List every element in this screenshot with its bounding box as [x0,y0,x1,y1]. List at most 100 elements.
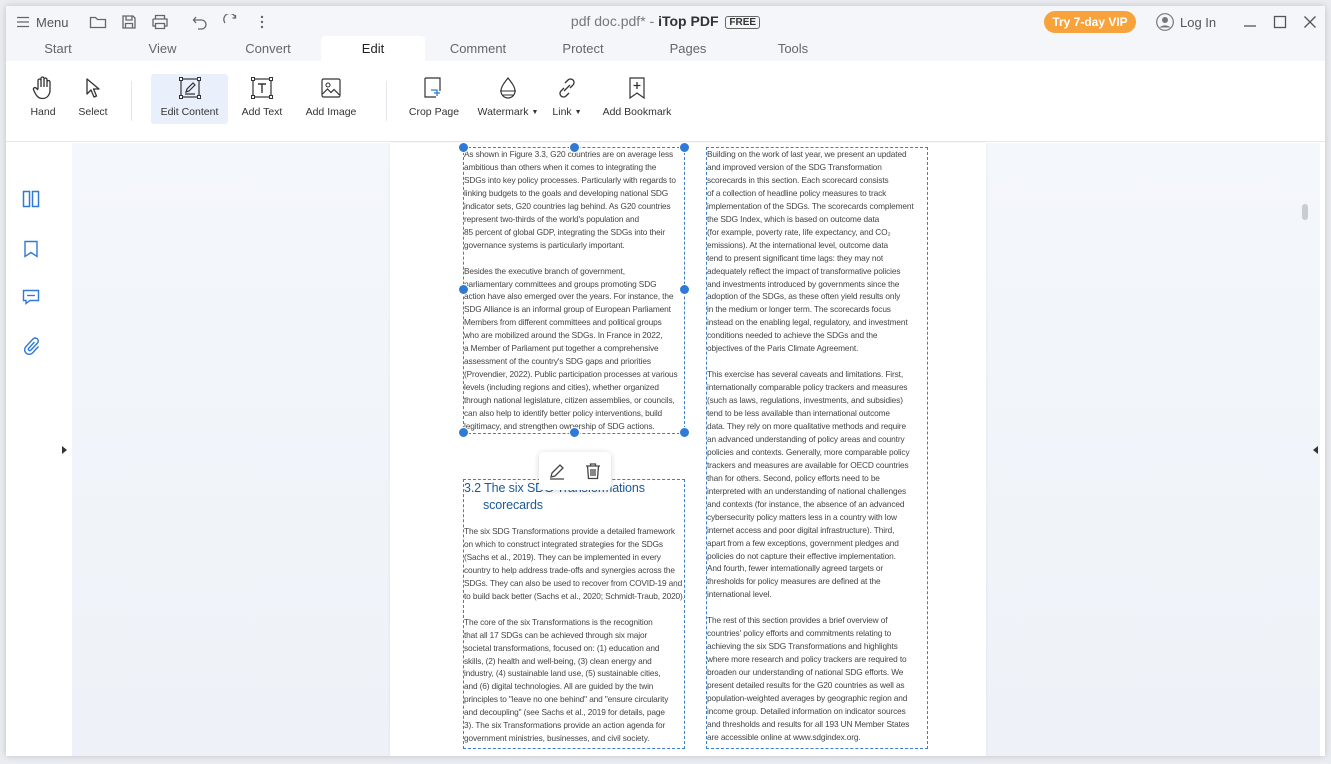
text-line: principles to "leave no one behind" and … [464,694,669,705]
text-block-action-bar [539,452,611,490]
expand-left-panel-button[interactable] [61,442,68,460]
edit-block-button[interactable] [548,462,566,480]
comment-icon [22,289,40,305]
thumbnails-panel-button[interactable] [20,188,42,210]
text-line: of a collection of headline policy measu… [707,187,887,198]
watermark-button[interactable]: Watermark ▼ [475,74,541,124]
link-button[interactable]: Link ▼ [549,74,585,124]
resize-handle-top-middle[interactable] [569,142,580,153]
login-button[interactable]: Log In [1156,11,1216,33]
title-bar: Menu pdf doc.pdf* - iTop PDF FREE Try 7-… [6,6,1325,36]
maximize-button[interactable] [1270,12,1290,32]
text-line: are accessible online at www.sdgindex.or… [707,731,861,742]
text-line: SDGs. They can also be used to recover f… [464,577,683,588]
edit-content-button[interactable]: Edit Content [151,74,228,124]
crop-page-button[interactable]: Crop Page [408,74,460,124]
watermark-dropdown-icon: ▼ [531,109,539,116]
tab-convert[interactable]: Convert [215,36,321,61]
resize-handle-top-left[interactable] [458,142,469,153]
text-line: ambitious than others when it comes to i… [464,161,657,172]
vertical-scrollbar-thumb[interactable] [1302,204,1308,220]
link-icon [559,78,575,98]
app-window: Menu pdf doc.pdf* - iTop PDF FREE Try 7-… [6,6,1325,756]
attachments-panel-button[interactable] [20,335,42,357]
tab-edit[interactable]: Edit [321,36,425,61]
maximize-icon [1273,15,1287,29]
save-button[interactable] [119,12,139,32]
text-line: present detailed results for the G20 cou… [707,680,905,691]
ribbon-separator [386,81,387,121]
tab-pages[interactable]: Pages [635,36,741,61]
text-line: Building on the work of last year, we pr… [707,149,907,159]
edit-content-icon [178,77,201,99]
text-line: action have also emerged over the years.… [464,291,674,302]
resize-handle-bottom-right[interactable] [679,427,690,438]
text-line: (Sachs et al., 2019). They can be implem… [464,551,661,562]
text-line: and thresholds and results for all 193 U… [707,718,910,729]
text-block-right-column[interactable]: Building on the work of last year, we pr… [706,147,928,749]
hand-tool-button[interactable]: Hand [24,74,62,124]
tab-comment[interactable]: Comment [425,36,531,61]
text-line: than for others. Second, policy efforts … [707,472,880,483]
resize-handle-middle-right[interactable] [679,284,690,295]
resize-handle-bottom-left[interactable] [458,427,469,438]
add-image-icon [321,78,341,98]
document-canvas[interactable]: As shown in Figure 3.3, G20 countries ar… [72,142,1320,756]
undo-icon [192,16,207,30]
text-line: Besides the executive branch of governme… [464,265,625,276]
redo-button[interactable] [221,12,241,32]
text-line: achieving the six SDG Transformations an… [707,641,898,652]
resize-handle-top-right[interactable] [679,142,690,153]
resize-handle-middle-left[interactable] [458,284,469,295]
select-label: Select [78,106,108,118]
text-line: governance systems is particularly impor… [464,239,625,250]
text-block-section-3-2[interactable]: 3.2 The six SDG Transformations scorecar… [463,479,685,749]
expand-right-panel-button[interactable] [1312,442,1319,460]
bookmarks-panel-button[interactable] [20,238,42,260]
text-line: that all 17 SDGs can be achieved through… [464,629,648,640]
print-button[interactable] [150,12,170,32]
try-vip-button[interactable]: Try 7-day VIP [1044,11,1136,33]
text-line: the SDG Index, which is based on outcome… [707,213,880,224]
text-line: linking budgets to the goals and develop… [464,187,669,198]
select-tool-button[interactable]: Select [74,74,112,124]
delete-block-button[interactable] [584,462,602,480]
text-line: on which to construct integrated strateg… [464,538,663,549]
tab-view[interactable]: View [110,36,215,61]
selected-text-block[interactable]: As shown in Figure 3.3, G20 countries ar… [463,147,685,434]
text-line: an advanced understanding of policy area… [707,433,905,444]
comments-panel-button[interactable] [20,286,42,308]
undo-button[interactable] [190,12,210,32]
tab-protect[interactable]: Protect [531,36,635,61]
add-bookmark-button[interactable]: Add Bookmark [600,74,674,124]
pencil-icon [550,464,564,480]
text-line: adequately reflect the impact of transfo… [707,265,901,276]
add-text-button[interactable]: Add Text [238,74,286,124]
text-line: thresholds for policy measures are defin… [707,576,881,587]
text-line: apart from a few exceptions, government … [707,537,899,548]
text-line: tend to present significant time lags: t… [707,252,884,263]
text-line: emissions). At the international level, … [707,239,889,250]
login-label: Log In [1180,14,1217,30]
cursor-arrow-icon [86,78,100,98]
link-dropdown-icon: ▼ [574,109,582,116]
text-line: tend to be less available than internati… [707,408,890,419]
resize-handle-bottom-middle[interactable] [569,427,580,438]
text-line: indicator sets, G20 countries lag behind… [464,200,671,211]
text-line: income group. Detailed information on in… [707,705,906,716]
menu-button[interactable]: Menu [16,12,69,32]
text-line: industry, (4) sustainable land use, (5) … [464,668,661,679]
watermark-drop-icon [500,77,516,99]
folder-icon [89,16,107,29]
add-image-button[interactable]: Add Image [304,74,358,124]
text-line: and improved version of the SDG Transfor… [707,161,882,172]
tab-start[interactable]: Start [6,36,110,61]
text-line: internationally comparable policy tracke… [707,382,908,393]
tab-tools[interactable]: Tools [741,36,845,61]
close-button[interactable] [1300,12,1320,32]
document-name: pdf doc.pdf* - [570,13,659,29]
open-button[interactable] [88,12,108,32]
more-button[interactable] [252,12,272,32]
text-line: (for example, poverty rate, life expecta… [707,226,891,237]
minimize-button[interactable] [1240,12,1260,32]
